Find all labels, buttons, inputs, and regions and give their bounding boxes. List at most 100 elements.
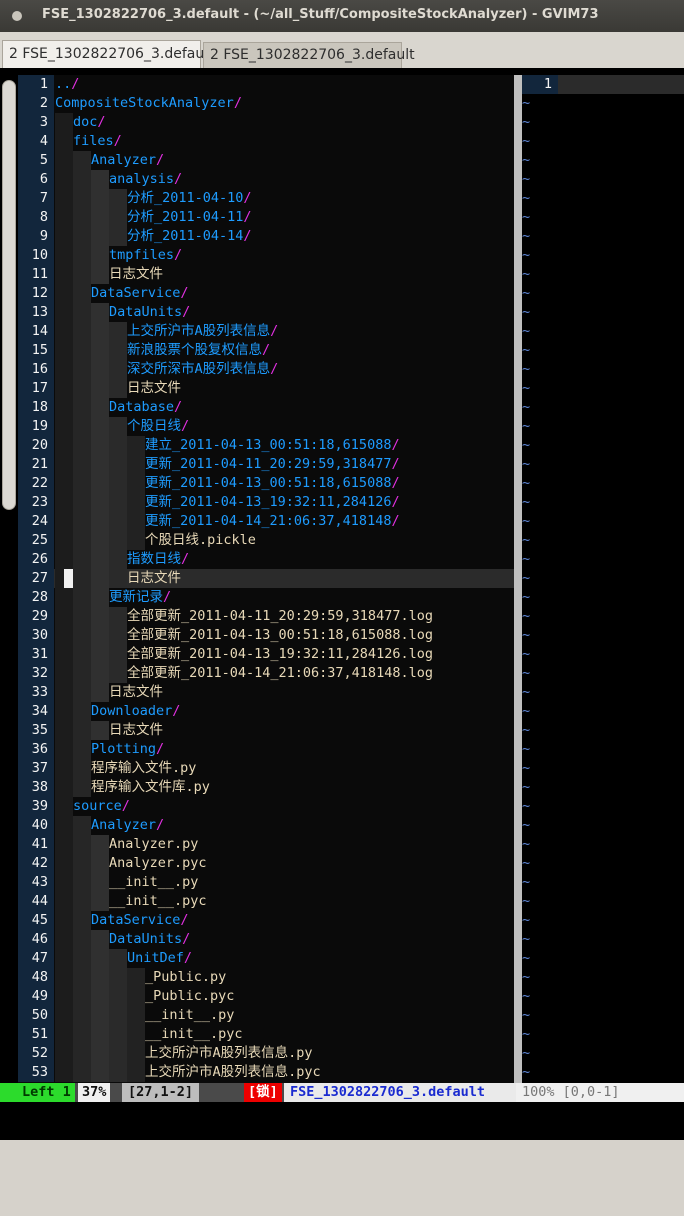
- file-entry[interactable]: 日志文件: [109, 721, 163, 740]
- directory-entry[interactable]: 分析_2011-04-11/: [127, 208, 252, 227]
- tree-line[interactable]: 38 程序输入文件库.py: [18, 778, 514, 797]
- tree-line[interactable]: 29 全部更新_2011-04-11_20:29:59,318477.log: [18, 607, 514, 626]
- tree-line[interactable]: 17 日志文件: [18, 379, 514, 398]
- empty-buffer-window[interactable]: 1 ~ ~ ~ ~ ~ ~ ~ ~ ~ ~ ~ ~ ~ ~ ~ ~ ~ ~ ~ ~ ~ ~ ~ ~ ~ ~ ~ ~ ~ ~ ~ ~ ~ ~ ~ ~ ~ ~ ~…: [522, 75, 684, 1083]
- directory-entry[interactable]: Database/: [109, 398, 182, 417]
- tree-line[interactable]: 52 上交所沪市A股列表信息.py: [18, 1044, 514, 1063]
- tree-line[interactable]: 24 更新_2011-04-14_21:06:37,418148/: [18, 512, 514, 531]
- command-line[interactable]: [18, 1102, 684, 1140]
- tree-line[interactable]: 47 UnitDef/: [18, 949, 514, 968]
- directory-entry[interactable]: 更新_2011-04-13_19:32:11,284126/: [145, 493, 400, 512]
- tree-line[interactable]: 42 Analyzer.pyc: [18, 854, 514, 873]
- directory-entry[interactable]: CompositeStockAnalyzer/: [55, 94, 242, 113]
- directory-entry[interactable]: 更新_2011-04-14_21:06:37,418148/: [145, 512, 400, 531]
- tree-line[interactable]: 8 分析_2011-04-11/: [18, 208, 514, 227]
- tree-line[interactable]: 35 日志文件: [18, 721, 514, 740]
- file-entry[interactable]: Analyzer.py: [109, 835, 198, 854]
- tree-line[interactable]: 32 全部更新_2011-04-14_21:06:37,418148.log: [18, 664, 514, 683]
- tree-line[interactable]: 28 更新记录/: [18, 588, 514, 607]
- scrollbar[interactable]: [2, 80, 16, 510]
- file-entry[interactable]: 日志文件: [127, 569, 181, 588]
- window-menu-icon[interactable]: [12, 11, 22, 21]
- tree-line[interactable]: 27 日志文件: [18, 569, 514, 588]
- tree-line[interactable]: 10 tmpfiles/: [18, 246, 514, 265]
- tree-line[interactable]: 18 Database/: [18, 398, 514, 417]
- tree-line[interactable]: 48 _Public.py: [18, 968, 514, 987]
- tree-line[interactable]: 50 __init__.py: [18, 1006, 514, 1025]
- tree-line[interactable]: 13 DataUnits/: [18, 303, 514, 322]
- tree-line[interactable]: 23 更新_2011-04-13_19:32:11,284126/: [18, 493, 514, 512]
- file-entry[interactable]: __init__.pyc: [145, 1025, 243, 1044]
- file-entry[interactable]: __init__.py: [145, 1006, 234, 1025]
- tree-line[interactable]: 9 分析_2011-04-14/: [18, 227, 514, 246]
- directory-entry[interactable]: 分析_2011-04-10/: [127, 189, 252, 208]
- file-entry[interactable]: 个股日线.pickle: [145, 531, 256, 550]
- tree-line[interactable]: 51 __init__.pyc: [18, 1025, 514, 1044]
- tree-line[interactable]: 31 全部更新_2011-04-13_19:32:11,284126.log: [18, 645, 514, 664]
- directory-entry[interactable]: 深交所深市A股列表信息/: [127, 360, 278, 379]
- file-entry[interactable]: __init__.py: [109, 873, 198, 892]
- directory-entry[interactable]: DataUnits/: [109, 930, 190, 949]
- tree-line[interactable]: 40 Analyzer/: [18, 816, 514, 835]
- tree-line[interactable]: 34 Downloader/: [18, 702, 514, 721]
- tree-line[interactable]: 49 _Public.pyc: [18, 987, 514, 1006]
- tree-line[interactable]: 53 上交所沪市A股列表信息.pyc: [18, 1063, 514, 1082]
- window-separator[interactable]: [514, 75, 522, 1083]
- file-entry[interactable]: __init__.pyc: [109, 892, 207, 911]
- tree-line[interactable]: 2 CompositeStockAnalyzer/: [18, 94, 514, 113]
- tree-line[interactable]: 1 ../: [18, 75, 514, 94]
- directory-entry[interactable]: files/: [73, 132, 122, 151]
- tree-line[interactable]: 7 分析_2011-04-10/: [18, 189, 514, 208]
- tree-line[interactable]: 33 日志文件: [18, 683, 514, 702]
- directory-entry[interactable]: source/: [73, 797, 130, 816]
- tree-line[interactable]: 21 更新_2011-04-11_20:29:59,318477/: [18, 455, 514, 474]
- tree-line[interactable]: 11 日志文件: [18, 265, 514, 284]
- file-entry[interactable]: 全部更新_2011-04-13_00:51:18,615088.log: [127, 626, 433, 645]
- directory-entry[interactable]: DataService/: [91, 911, 189, 930]
- tree-line[interactable]: 30 全部更新_2011-04-13_00:51:18,615088.log: [18, 626, 514, 645]
- tree-line[interactable]: 22 更新_2011-04-13_00:51:18,615088/: [18, 474, 514, 493]
- tree-line[interactable]: 19 个股日线/: [18, 417, 514, 436]
- file-entry[interactable]: 全部更新_2011-04-14_21:06:37,418148.log: [127, 664, 433, 683]
- tree-line[interactable]: 39 source/: [18, 797, 514, 816]
- tab-2[interactable]: 2 FSE_1302822706_3.default: [203, 42, 415, 68]
- tree-line[interactable]: 6 analysis/: [18, 170, 514, 189]
- tree-line[interactable]: 4 files/: [18, 132, 514, 151]
- directory-entry[interactable]: Analyzer/: [91, 151, 164, 170]
- tree-line[interactable]: 15 新浪股票个股复权信息/: [18, 341, 514, 360]
- directory-entry[interactable]: UnitDef/: [127, 949, 192, 968]
- directory-entry[interactable]: 更新_2011-04-13_00:51:18,615088/: [145, 474, 400, 493]
- directory-entry[interactable]: Plotting/: [91, 740, 164, 759]
- tree-line[interactable]: 37 程序输入文件.py: [18, 759, 514, 778]
- directory-entry[interactable]: 新浪股票个股复权信息/: [127, 341, 270, 360]
- directory-entry[interactable]: 分析_2011-04-14/: [127, 227, 252, 246]
- file-tree-window[interactable]: 1 ../2 CompositeStockAnalyzer/3 doc/4 files/…: [18, 75, 514, 1083]
- file-entry[interactable]: _Public.py: [145, 968, 226, 987]
- directory-entry[interactable]: 更新记录/: [109, 588, 171, 607]
- tree-line[interactable]: 36 Plotting/: [18, 740, 514, 759]
- tree-line[interactable]: 26 指数日线/: [18, 550, 514, 569]
- tree-line[interactable]: 5 Analyzer/: [18, 151, 514, 170]
- directory-entry[interactable]: analysis/: [109, 170, 182, 189]
- file-entry[interactable]: 程序输入文件库.py: [91, 778, 210, 797]
- file-entry[interactable]: 日志文件: [109, 683, 163, 702]
- tree-line[interactable]: 45 DataService/: [18, 911, 514, 930]
- file-entry[interactable]: 全部更新_2011-04-13_19:32:11,284126.log: [127, 645, 433, 664]
- directory-entry[interactable]: 上交所沪市A股列表信息/: [127, 322, 278, 341]
- directory-entry[interactable]: Analyzer/: [91, 816, 164, 835]
- tab-1[interactable]: 2 FSE_1302822706_3.default: [2, 40, 214, 68]
- buffer-line[interactable]: 1: [522, 75, 684, 94]
- directory-entry[interactable]: 建立_2011-04-13_00:51:18,615088/: [145, 436, 400, 455]
- tree-line[interactable]: 43 __init__.py: [18, 873, 514, 892]
- directory-entry[interactable]: ../: [55, 75, 79, 94]
- file-entry[interactable]: 程序输入文件.py: [91, 759, 196, 778]
- tree-line[interactable]: 44 __init__.pyc: [18, 892, 514, 911]
- tree-line[interactable]: 3 doc/: [18, 113, 514, 132]
- directory-entry[interactable]: DataUnits/: [109, 303, 190, 322]
- tree-line[interactable]: 20 建立_2011-04-13_00:51:18,615088/: [18, 436, 514, 455]
- tree-line[interactable]: 16 深交所深市A股列表信息/: [18, 360, 514, 379]
- file-entry[interactable]: 日志文件: [109, 265, 163, 284]
- tree-line[interactable]: 14 上交所沪市A股列表信息/: [18, 322, 514, 341]
- tree-line[interactable]: 12 DataService/: [18, 284, 514, 303]
- directory-entry[interactable]: doc/: [73, 113, 106, 132]
